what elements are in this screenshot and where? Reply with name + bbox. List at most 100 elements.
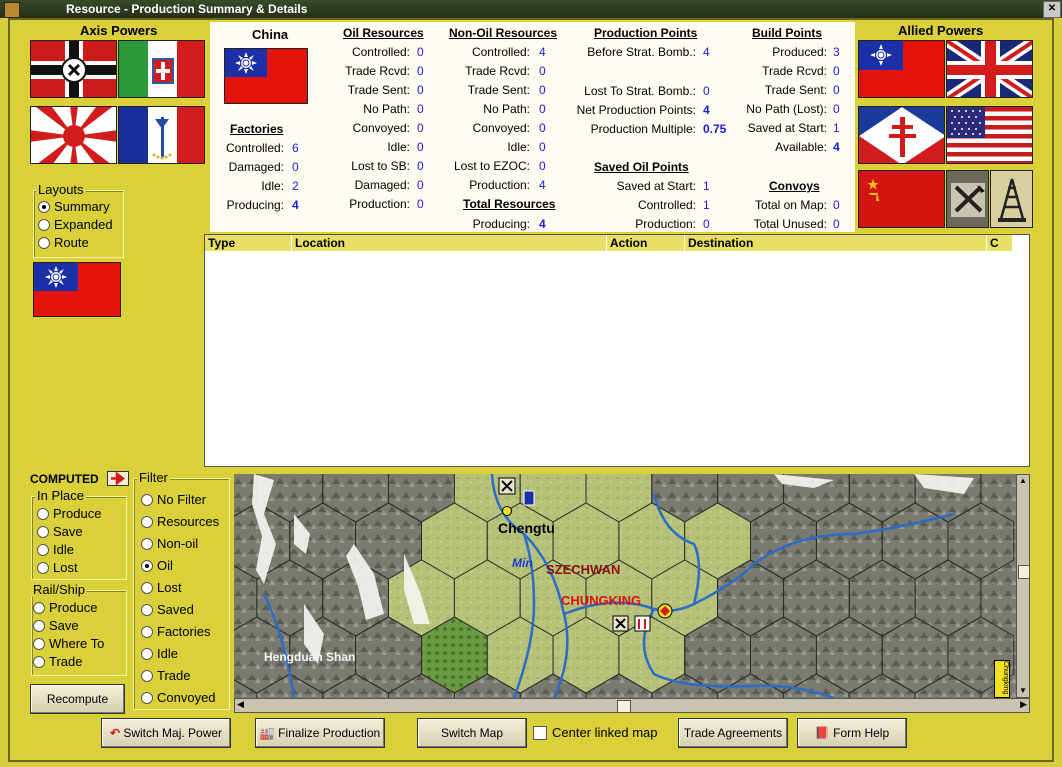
layout-route-radio[interactable]: Route — [36, 234, 89, 252]
oil-row-label: Trade Sent: — [347, 83, 410, 97]
rail-produce-radio[interactable]: Produce — [31, 599, 97, 617]
filter-trade-radio[interactable]: Trade — [139, 667, 190, 685]
map-horizontal-scrollbar[interactable]: ◀ ▶ — [234, 698, 1030, 713]
saved-oil-row-label: Controlled: — [637, 198, 696, 212]
japan-flag[interactable] — [30, 106, 117, 164]
free-france-flag[interactable] — [858, 106, 945, 164]
china-flag — [224, 48, 308, 104]
app-icon — [4, 2, 20, 18]
allied-china-flag[interactable] — [858, 40, 945, 98]
switch-major-power-button[interactable]: ↶ Switch Maj. Power — [101, 718, 231, 748]
build-row-label: Trade Sent: — [764, 83, 827, 97]
arrow-right-icon — [111, 471, 126, 486]
filter-saved-radio[interactable]: Saved — [139, 601, 194, 619]
form-help-button[interactable]: 📕 Form Help — [797, 718, 907, 748]
factories-controlled-label: Controlled: — [225, 141, 284, 155]
resource-window: Resource - Production Summary & Details … — [0, 0, 1062, 767]
col-type[interactable]: Type — [205, 235, 294, 251]
oil-row-label: Trade Rcvd: — [345, 64, 410, 78]
filter-non-oil-radio[interactable]: Non-oil — [139, 535, 198, 553]
resource-icon[interactable] — [946, 170, 989, 228]
filter-oil-radio[interactable]: Oil — [139, 557, 173, 575]
filter-resources-radio[interactable]: Resources — [139, 513, 219, 531]
oil-row-value: 0 — [417, 121, 424, 135]
filter-idle-radio[interactable]: Idle — [139, 645, 178, 663]
oil-row-value: 0 — [417, 64, 424, 78]
oil-row-value: 0 — [417, 140, 424, 154]
nonoil-row-label: Lost to EZOC: — [453, 159, 530, 173]
inplace-lost-radio[interactable]: Lost — [35, 559, 78, 577]
uk-flag[interactable] — [946, 40, 1033, 98]
build-row-value: 0 — [833, 64, 840, 78]
usa-flag[interactable] — [946, 106, 1033, 164]
recompute-button[interactable]: Recompute — [30, 684, 125, 714]
saved-oil-row-value: 1 — [703, 198, 710, 212]
oil-title: Oil Resources — [343, 26, 424, 40]
rail-save-radio[interactable]: Save — [31, 617, 79, 635]
computed-arrow-button[interactable] — [107, 471, 129, 486]
build-row-value: 0 — [833, 102, 840, 116]
inplace-idle-radio[interactable]: Idle — [35, 541, 74, 559]
build-row-label: Trade Rcvd: — [762, 64, 827, 78]
pp-net-value: 4 — [703, 103, 710, 117]
hex-map — [234, 474, 1016, 698]
factory-icon: 🏭 — [259, 726, 275, 740]
saved-oil-row-label: Production: — [635, 217, 696, 231]
filter-no-filter-radio[interactable]: No Filter — [139, 491, 206, 509]
title-bar: Resource - Production Summary & Details … — [0, 0, 1062, 18]
vichy-france-flag[interactable] — [118, 106, 205, 164]
book-icon: 📕 — [814, 726, 830, 740]
center-linked-map-label: Center linked map — [552, 725, 658, 740]
scroll-up-icon[interactable]: ▲ — [1018, 476, 1028, 486]
build-title: Build Points — [752, 26, 822, 40]
rail-trade-radio[interactable]: Trade — [31, 653, 82, 671]
col-destination[interactable]: Destination — [684, 235, 990, 251]
convoys-row-label: Total on Map: — [754, 198, 827, 212]
total-producing-value: 4 — [539, 217, 546, 231]
col-location[interactable]: Location — [291, 235, 610, 251]
build-row-label: Available: — [775, 140, 827, 154]
horizontal-scroll-thumb[interactable] — [617, 700, 631, 713]
oil-row-label: Production: — [349, 197, 410, 211]
vertical-scroll-thumb[interactable] — [1018, 565, 1030, 579]
italy-flag[interactable] — [118, 40, 205, 98]
pp-title: Production Points — [594, 26, 698, 40]
layout-expanded-radio[interactable]: Expanded — [36, 216, 113, 234]
switch-map-button[interactable]: Switch Map — [417, 718, 527, 748]
filter-convoyed-radio[interactable]: Convoyed — [139, 689, 216, 707]
filter-lost-radio[interactable]: Lost — [139, 579, 182, 597]
finalize-production-button[interactable]: 🏭 Finalize Production — [255, 718, 385, 748]
ussr-flag[interactable] — [858, 170, 945, 228]
nonoil-row-label: No Path: — [483, 102, 530, 116]
factories-damaged-value: 0 — [292, 160, 299, 174]
nonoil-row-value: 0 — [539, 64, 546, 78]
inplace-save-radio[interactable]: Save — [35, 523, 83, 541]
rail-whereto-radio[interactable]: Where To — [31, 635, 104, 653]
oil-row-value: 0 — [417, 178, 424, 192]
scroll-left-icon[interactable]: ◀ — [237, 699, 244, 710]
factories-producing-value: 4 — [292, 198, 299, 212]
axis-header: Axis Powers — [80, 23, 158, 38]
inplace-produce-radio[interactable]: Produce — [35, 505, 101, 523]
map-view[interactable]: Chengtu Min SZECHWAN CHUNGKING Hengduan … — [234, 474, 1016, 698]
nonoil-row-value: 0 — [539, 140, 546, 154]
layout-summary-radio[interactable]: Summary — [36, 198, 110, 216]
col-action[interactable]: Action — [606, 235, 688, 251]
oil-icon[interactable] — [990, 170, 1033, 228]
map-vertical-scrollbar[interactable]: ▲ ▼ — [1016, 474, 1030, 698]
scroll-right-icon[interactable]: ▶ — [1020, 699, 1027, 710]
close-icon[interactable]: ✕ — [1043, 1, 1061, 18]
chungking-side-tag[interactable]: Chungking — [994, 660, 1010, 698]
scroll-down-icon[interactable]: ▼ — [1018, 686, 1028, 696]
build-row-value: 3 — [833, 45, 840, 59]
germany-flag[interactable] — [30, 40, 117, 98]
trade-agreements-button[interactable]: Trade Agreements — [678, 718, 788, 748]
convoys-row-label: Total Unused: — [753, 217, 827, 231]
nonoil-row-label: Production: — [469, 178, 530, 192]
build-row-label: Saved at Start: — [747, 121, 827, 135]
filter-factories-radio[interactable]: Factories — [139, 623, 210, 641]
center-linked-map-checkbox[interactable] — [533, 726, 547, 740]
route-table[interactable]: Type Location Action Destination C — [204, 234, 1030, 467]
col-c[interactable]: C — [986, 235, 1012, 251]
filter-title: Filter — [137, 470, 170, 485]
